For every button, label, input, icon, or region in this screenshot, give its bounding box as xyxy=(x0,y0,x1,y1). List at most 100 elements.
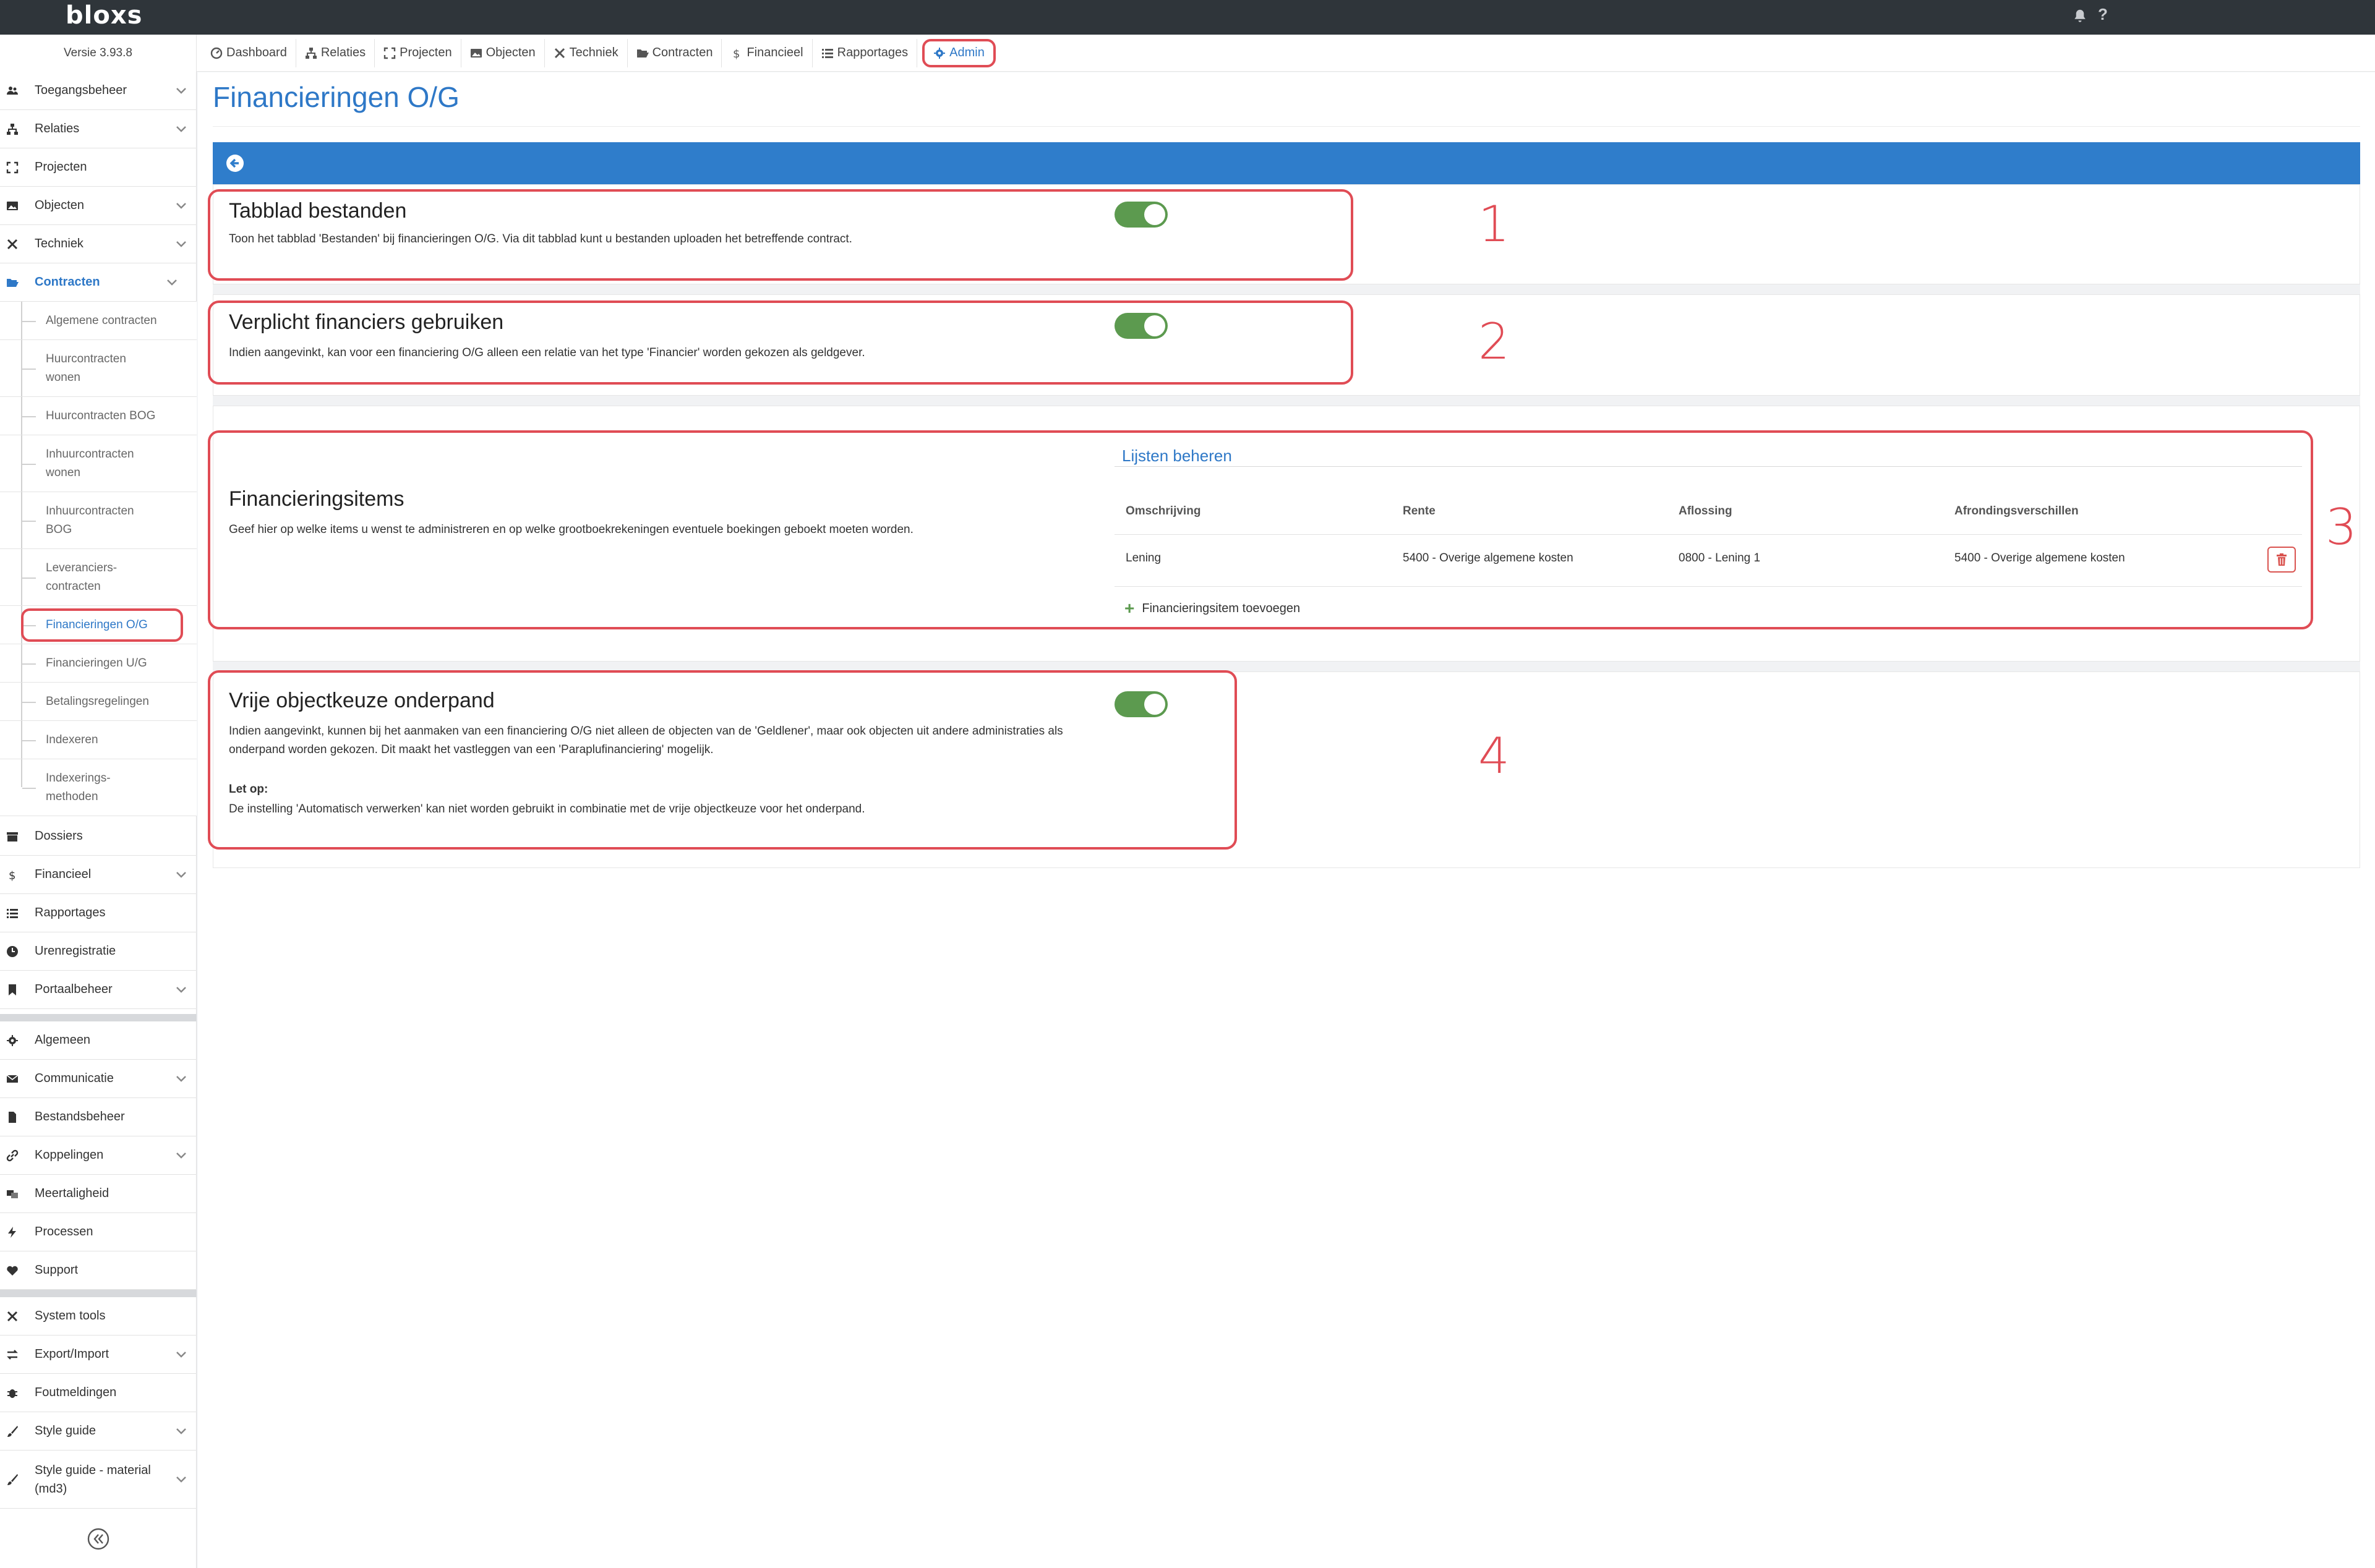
nav-relaties[interactable]: Relaties xyxy=(296,38,375,67)
sidebar-item-relaties[interactable]: Relaties xyxy=(0,110,197,148)
clock-icon xyxy=(7,945,18,957)
nav-rapportages[interactable]: Rapportages xyxy=(813,38,918,67)
nav-admin[interactable]: Admin xyxy=(922,38,996,67)
main-nav: Dashboard Relaties Projecten Objecten Te… xyxy=(197,35,2375,72)
sidebar-subitem-label: Betalingsregelingen xyxy=(46,694,149,708)
sidebar-subitem-indexeren[interactable]: Indexeren xyxy=(0,721,197,759)
sidebar-item-style-guide[interactable]: Style guide xyxy=(0,1412,197,1451)
sidebar-item-dossiers[interactable]: Dossiers xyxy=(0,817,197,856)
chevron-down-icon xyxy=(176,1351,186,1358)
sidebar-item-label: Projecten xyxy=(35,160,87,174)
nav-financieel-label: Financieel xyxy=(747,46,803,59)
sidebar-item-contracten[interactable]: Contracten xyxy=(0,263,197,302)
sidebar-subitem-algemene-contracten[interactable]: Algemene contracten xyxy=(0,302,197,340)
sidebar-item-objecten[interactable]: Objecten xyxy=(0,187,197,225)
sidebar-subitem-inhuurcontracten-bog[interactable]: Inhuurcontracten BOG xyxy=(0,492,197,549)
bell-icon[interactable] xyxy=(2071,6,2089,27)
bookmark-icon xyxy=(9,984,16,995)
sidebar-item-processen[interactable]: Processen xyxy=(0,1213,197,1251)
sidebar-item-meertaligheid[interactable]: Meertaligheid xyxy=(0,1175,197,1213)
sidebar-subitem-huurcontracten-wonen[interactable]: Huurcontracten wonen xyxy=(0,340,197,397)
tools-icon xyxy=(7,239,18,249)
nav-financieel[interactable]: $ Financieel xyxy=(722,38,813,67)
sidebar-item-support[interactable]: Support xyxy=(0,1251,197,1290)
sitemap-icon xyxy=(305,47,317,59)
gear-icon xyxy=(934,47,946,59)
sidebar-subitem-indexeringsmethoden[interactable]: Indexerings-methoden xyxy=(0,759,197,816)
sidebar-subitem-label: Financieringen U/G xyxy=(46,656,147,670)
nav-techniek[interactable]: Techniek xyxy=(545,38,628,67)
sidebar-item-projecten[interactable]: Projecten xyxy=(0,148,197,187)
sidebar-item-portaalbeheer[interactable]: Portaalbeheer xyxy=(0,971,197,1009)
sidebar-subitem-leveranciers-contracten[interactable]: Leveranciers-contracten xyxy=(0,549,197,606)
annotation-box-3 xyxy=(208,430,2313,629)
sidebar-subitem-label: Leveranciers-contracten xyxy=(46,561,118,593)
sidebar-item-system-tools[interactable]: System tools xyxy=(0,1297,197,1336)
chevron-down-icon xyxy=(176,1476,186,1483)
nav-contracten[interactable]: Contracten xyxy=(628,38,722,67)
sidebar-item-label: Koppelingen xyxy=(35,1148,104,1162)
sidebar-subitem-label: Indexerings-methoden xyxy=(46,771,111,803)
sidebar-item-koppelingen[interactable]: Koppelingen xyxy=(0,1136,197,1175)
sidebar-subitem-inhuurcontracten-wonen[interactable]: Inhuurcontracten wonen xyxy=(0,435,197,492)
sidebar-item-foutmeldingen[interactable]: Foutmeldingen xyxy=(0,1374,197,1412)
chevron-down-icon xyxy=(176,126,186,132)
sidebar-subitem-huurcontracten-bog[interactable]: Huurcontracten BOG xyxy=(0,397,197,435)
sidebar-item-algemeen[interactable]: Algemeen xyxy=(0,1021,197,1060)
sidebar: Toegangsbeheer Relaties Projecten Object… xyxy=(0,72,197,1568)
help-icon[interactable]: ? xyxy=(2098,5,2108,24)
dashboard-icon xyxy=(210,47,223,59)
nav-projecten-label: Projecten xyxy=(400,46,452,59)
back-arrow-icon[interactable] xyxy=(225,153,245,173)
bolt-icon xyxy=(8,1226,16,1238)
sidebar-subitem-betalingsregelingen[interactable]: Betalingsregelingen xyxy=(0,683,197,721)
sidebar-item-label: Objecten xyxy=(35,198,85,212)
version-label: Versie 3.93.8 xyxy=(0,35,197,72)
sidebar-item-label: Style guide xyxy=(35,1424,96,1438)
nav-admin-label: Admin xyxy=(949,46,985,59)
app-logo[interactable]: bloxs xyxy=(66,1,142,30)
title-divider xyxy=(213,126,2360,127)
brush-icon xyxy=(7,1473,18,1485)
sidebar-item-label: Export/Import xyxy=(35,1347,109,1361)
sidebar-item-label: Toegangsbeheer xyxy=(35,83,127,97)
sidebar-separator xyxy=(0,1014,197,1021)
action-bar xyxy=(213,142,2360,184)
sidebar-item-label: Processen xyxy=(35,1225,93,1238)
sidebar-item-label: Support xyxy=(35,1263,79,1277)
sidebar-item-financieel[interactable]: $ Financieel xyxy=(0,856,197,894)
chevron-down-icon xyxy=(176,241,186,247)
dollar-icon: $ xyxy=(9,869,15,881)
nav-objecten[interactable]: Objecten xyxy=(461,38,545,67)
expand-icon xyxy=(6,161,19,173)
collapse-sidebar-icon[interactable] xyxy=(87,1527,110,1551)
sidebar-item-export-import[interactable]: Export/Import xyxy=(0,1336,197,1374)
sidebar-item-techniek[interactable]: Techniek xyxy=(0,225,197,263)
image-icon xyxy=(7,201,18,210)
sidebar-item-rapportages[interactable]: Rapportages xyxy=(0,894,197,932)
sidebar-item-communicatie[interactable]: Communicatie xyxy=(0,1060,197,1098)
sidebar-separator xyxy=(0,1290,197,1297)
link-icon xyxy=(6,1149,19,1161)
nav-projecten[interactable]: Projecten xyxy=(375,38,461,67)
sidebar-item-toegangsbeheer[interactable]: Toegangsbeheer xyxy=(0,72,197,110)
sidebar-item-label: System tools xyxy=(35,1309,106,1323)
sidebar-item-urenregistratie[interactable]: Urenregistratie xyxy=(0,932,197,971)
panel-gap xyxy=(213,396,2360,406)
sidebar-subitem-financieringen-ug[interactable]: Financieringen U/G xyxy=(0,644,197,683)
chevron-down-icon xyxy=(167,279,177,286)
sidebar-item-style-guide-material[interactable]: Style guide - material (md3) xyxy=(0,1451,197,1509)
sidebar-item-bestandsbeheer[interactable]: Bestandsbeheer xyxy=(0,1098,197,1136)
archive-icon xyxy=(7,832,18,842)
file-icon xyxy=(9,1111,16,1123)
sidebar-item-label: Foutmeldingen xyxy=(35,1386,117,1399)
chevron-down-icon xyxy=(176,871,186,878)
folder-open-icon xyxy=(7,278,19,287)
annotation-number-2: 2 xyxy=(1478,313,1510,370)
sidebar-subitem-label: Indexeren xyxy=(46,733,98,746)
nav-dashboard[interactable]: Dashboard xyxy=(202,38,296,67)
chevron-down-icon xyxy=(176,202,186,209)
sidebar-subitem-financieringen-og[interactable]: Financieringen O/G xyxy=(0,606,197,644)
tools-icon xyxy=(554,48,565,58)
nav-techniek-label: Techniek xyxy=(569,46,618,59)
